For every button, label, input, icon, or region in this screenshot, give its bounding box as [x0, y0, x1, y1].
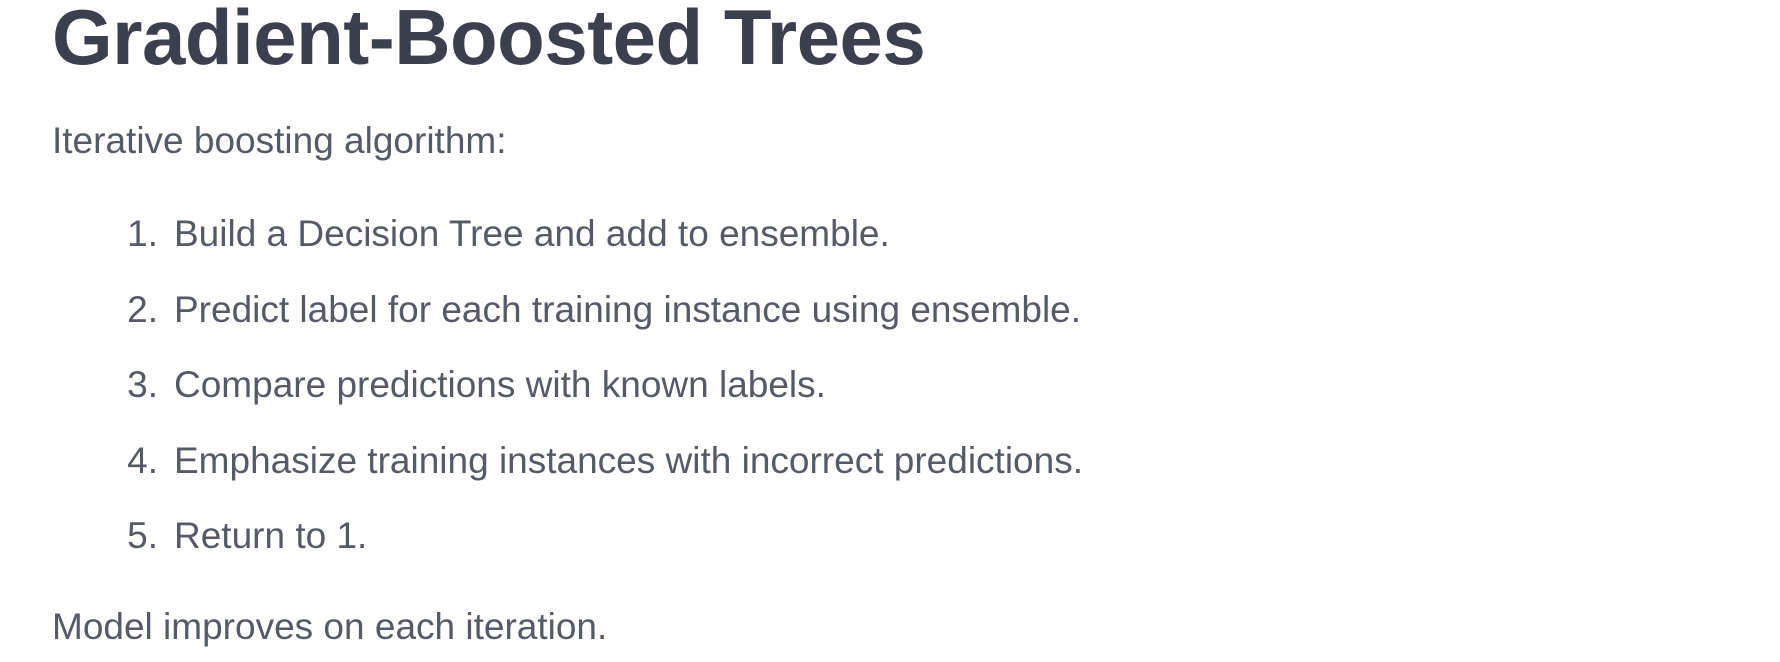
step-number: 3.	[127, 364, 158, 405]
step-text: Emphasize training instances with incorr…	[174, 439, 1083, 481]
step-text: Return to 1.	[174, 515, 368, 556]
list-item: 3. Compare predictions with known labels…	[52, 362, 1083, 438]
list-item: 5. Return to 1.	[52, 513, 1083, 589]
slide-title: Gradient-Boosted Trees	[52, 0, 926, 81]
list-item: 4. Emphasize training instances with inc…	[52, 438, 1083, 514]
step-text: Compare predictions with known labels.	[174, 364, 826, 405]
step-number: 2.	[127, 288, 158, 330]
outro-text: Model improves on each iteration.	[52, 606, 608, 647]
step-text: Build a Decision Tree and add to ensembl…	[174, 213, 890, 254]
step-text: Predict label for each training instance…	[174, 288, 1082, 330]
step-number: 1.	[127, 213, 158, 254]
list-item: 2. Predict label for each training insta…	[52, 287, 1083, 363]
step-number: 4.	[127, 439, 158, 481]
intro-text: Iterative boosting algorithm:	[52, 120, 507, 161]
algorithm-steps-list: 1. Build a Decision Tree and add to ense…	[52, 211, 1083, 589]
step-number: 5.	[127, 515, 158, 556]
list-item: 1. Build a Decision Tree and add to ense…	[52, 211, 1083, 287]
